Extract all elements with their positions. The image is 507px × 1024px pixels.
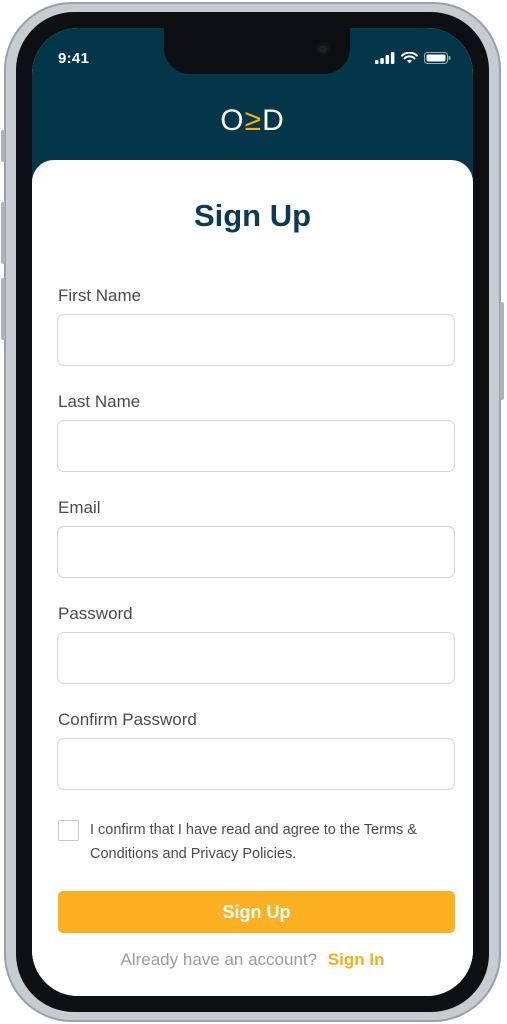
password-field[interactable] (57, 632, 455, 684)
app-logo: O≥D (32, 104, 473, 138)
bezel: 9:41 O≥D Sign Up First Name Last Name Em… (16, 12, 489, 1012)
phone-frame: 9:41 O≥D Sign Up First Name Last Name Em… (1, 2, 504, 1022)
notch (164, 28, 350, 74)
wifi-icon (401, 52, 418, 64)
camera-icon (316, 42, 330, 56)
signin-row: Already have an account? Sign In (32, 950, 473, 970)
side-button-left (1, 130, 5, 162)
screen: 9:41 O≥D Sign Up First Name Last Name Em… (32, 28, 473, 996)
status-time: 9:41 (58, 50, 90, 67)
last-name-label: Last Name (58, 392, 141, 411)
power-button (500, 302, 504, 400)
terms-checkbox[interactable] (58, 820, 79, 841)
status-icons (375, 52, 451, 64)
password-label: Password (58, 604, 133, 623)
sign-up-button[interactable]: Sign Up (58, 891, 455, 933)
battery-icon (424, 52, 451, 64)
volume-down-button (1, 278, 5, 340)
confirm-password-field[interactable] (57, 738, 455, 790)
email-label: Email (58, 498, 101, 517)
signin-prompt: Already have an account? (120, 950, 318, 969)
email-field[interactable] (57, 526, 455, 578)
volume-up-button (1, 202, 5, 264)
first-name-field[interactable] (57, 314, 455, 366)
last-name-field[interactable] (57, 420, 455, 472)
logo-letter-d: D (262, 104, 285, 137)
signal-icon (375, 52, 395, 64)
confirm-password-label: Confirm Password (58, 710, 197, 729)
signup-card: Sign Up First Name Last Name Email Passw… (32, 160, 473, 996)
sign-in-link[interactable]: Sign In (328, 950, 385, 969)
page-title: Sign Up (193, 198, 312, 233)
logo-letter-o: O (220, 104, 245, 137)
first-name-label: First Name (58, 286, 142, 305)
terms-text: I confirm that I have read and agree to … (90, 822, 417, 862)
logo-symbol: ≥ (244, 104, 263, 137)
